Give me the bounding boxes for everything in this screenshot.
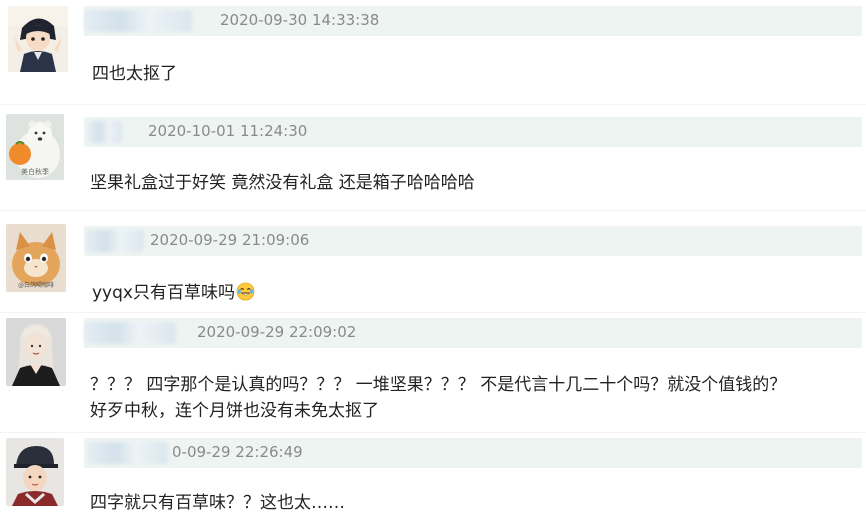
comment-line: 坚果礼盒过于好笑 竟然没有礼盒 还是箱子哈哈哈哈 xyxy=(90,173,475,193)
laughing-tears-emoji-icon xyxy=(236,282,255,301)
comment-line: 好歹中秋，连个月饼也没有未免太抠了 xyxy=(90,401,379,421)
avatar[interactable]: @白鸽喝咖啡 xyxy=(6,224,66,292)
divider xyxy=(0,104,866,105)
comment-item: 2020-09-30 14:33:38 四也太抠了 xyxy=(0,0,866,104)
avatar[interactable] xyxy=(8,6,68,72)
comment-header-bar: 2020-09-30 14:33:38 xyxy=(84,6,862,36)
avatar-polar-bear-image: 美白秋季 xyxy=(6,114,64,180)
comment-line: 四也太抠了 xyxy=(92,64,177,84)
avatar[interactable]: 美白秋季 xyxy=(6,114,64,180)
svg-text:美白秋季: 美白秋季 xyxy=(21,167,49,176)
avatar-cat-image: @白鸽喝咖啡 xyxy=(6,224,66,292)
divider xyxy=(0,210,866,211)
avatar-portrait-image xyxy=(6,318,66,386)
comment-header-bar: 2020-09-29 22:09:02 xyxy=(84,318,862,348)
svg-text:@白鸽喝咖啡: @白鸽喝咖啡 xyxy=(18,281,54,289)
comment-text: 四也太抠了 xyxy=(92,61,177,87)
comment-timestamp: 2020-10-01 11:24:30 xyxy=(148,122,308,140)
username-blurred[interactable] xyxy=(84,10,192,32)
comment-header-bar: 2020-10-01 11:24:30 xyxy=(84,117,862,147)
comment-item: 0-09-29 22:26:49 四字就只有百草味？？这也太…… xyxy=(0,432,866,532)
avatar-anime-boy-image xyxy=(8,6,68,72)
comment-header-bar: 2020-09-29 21:09:06 xyxy=(84,226,862,256)
comment-timestamp: 2020-09-29 21:09:06 xyxy=(150,231,310,249)
comment-item: 美白秋季 2020-10-01 11:24:30 坚果礼盒过于好笑 竟然没有礼盒… xyxy=(0,108,866,208)
comment-text: yyqx只有百草味吗 xyxy=(92,280,255,306)
username-blurred[interactable] xyxy=(88,442,168,464)
comment-item: @白鸽喝咖啡 2020-09-29 21:09:06 yyqx只有百草味吗 xyxy=(0,216,866,312)
avatar-boy-with-cap-image xyxy=(6,438,64,506)
username-blurred[interactable] xyxy=(84,322,176,344)
username-blurred[interactable] xyxy=(86,230,144,252)
username-blurred[interactable] xyxy=(88,121,122,143)
comment-header-bar: 0-09-29 22:26:49 xyxy=(84,438,862,468)
comment-line: yyqx只有百草味吗 xyxy=(92,283,235,303)
avatar[interactable] xyxy=(6,438,64,506)
comment-timestamp: 2020-09-30 14:33:38 xyxy=(220,11,380,29)
comment-text: 四字就只有百草味？？这也太…… xyxy=(90,490,345,516)
avatar[interactable] xyxy=(6,318,66,386)
comment-item: 2020-09-29 22:09:02 ？？？ 四字那个是认真的吗？？？ 一堆坚… xyxy=(0,312,866,432)
comment-timestamp: 0-09-29 22:26:49 xyxy=(172,443,303,461)
comment-line: ？？？ 四字那个是认真的吗？？？ 一堆坚果？？？ 不是代言十几二十个吗？就没个值… xyxy=(90,375,787,395)
comment-text: 坚果礼盒过于好笑 竟然没有礼盒 还是箱子哈哈哈哈 xyxy=(90,170,475,196)
comment-timestamp: 2020-09-29 22:09:02 xyxy=(197,323,357,341)
comment-text: ？？？ 四字那个是认真的吗？？？ 一堆坚果？？？ 不是代言十几二十个吗？就没个值… xyxy=(90,372,786,424)
comment-line: 四字就只有百草味？？这也太…… xyxy=(90,493,345,513)
